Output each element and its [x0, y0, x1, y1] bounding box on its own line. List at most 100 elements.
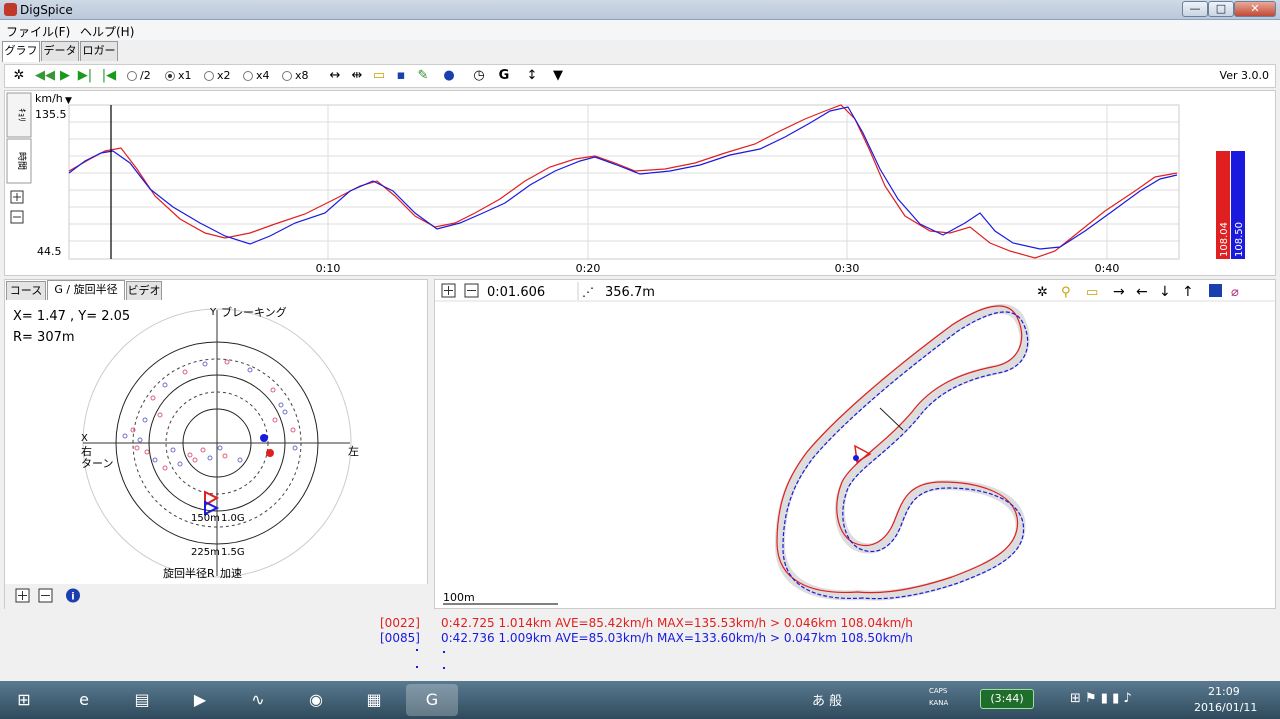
map-distance-readout: 356.7m [605, 285, 655, 300]
ring-1-5g-label: 1.5G [221, 547, 245, 558]
search-icon[interactable]: ⚲ [1061, 285, 1071, 300]
chrome-icon[interactable]: ◉ [290, 684, 342, 716]
side-tab-distance-label: ｷｮﾘ [16, 108, 26, 122]
blue-car-marker [853, 455, 859, 461]
tray-icons[interactable]: ⊞ ⚑ ▮ ▮ ♪ [1070, 691, 1132, 706]
media-player-icon[interactable]: ▶ [174, 684, 226, 716]
dot-marker [443, 667, 445, 669]
close-button[interactable]: ✕ [1234, 1, 1276, 17]
time-tick-40: 0:40 [1095, 262, 1120, 275]
tab-data[interactable]: データ [41, 41, 79, 61]
stopwatch-icon[interactable]: ◷ [471, 68, 487, 84]
refresh-icon[interactable]: ✲ [11, 68, 27, 84]
lap-id-red: [0022] [380, 616, 420, 630]
start-button[interactable]: ⊞ [0, 684, 48, 716]
tab-logger[interactable]: ロガー [80, 41, 118, 61]
explorer-icon[interactable]: ▤ [116, 684, 168, 716]
course-map[interactable]: 0:01.606 ⋰ 356.7m ✲ ⚲ ▭ → ← ↓ ↑ ⌀ 100m [435, 280, 1277, 610]
speed-x2-radio[interactable] [204, 71, 214, 81]
speed-half-radio[interactable] [127, 71, 137, 81]
start-finish-line [879, 407, 904, 431]
expand-icon[interactable]: ↔ [327, 68, 343, 84]
menu-help[interactable]: ヘルプ(H) [80, 23, 134, 40]
kana-indicator: KANA [929, 699, 949, 707]
clock-date[interactable]: 2016/01/11 [1194, 701, 1257, 714]
title-bar: DigSpice — □ ✕ [0, 0, 1280, 20]
lap-info-panel: [0022] 0:42.725 1.014km AVE=85.42km/h MA… [4, 611, 1276, 681]
menu-file[interactable]: ファイル(F) [6, 23, 70, 40]
window-title: DigSpice [20, 3, 73, 17]
braking-label: ブレーキング [221, 305, 287, 319]
apps-icon[interactable]: ▦ [348, 684, 400, 716]
pan-left-icon[interactable]: ← [1136, 284, 1148, 300]
radius-readout: R= 307m [13, 330, 75, 345]
map-refresh-icon[interactable]: ✲ [1037, 285, 1048, 300]
speed-x8-radio[interactable] [282, 71, 292, 81]
pan-up-icon[interactable]: ↑ [1182, 284, 1194, 300]
minimize-button[interactable]: — [1182, 1, 1208, 17]
time-tick-30: 0:30 [835, 262, 860, 275]
digspice-task-icon[interactable]: G [406, 684, 458, 716]
g-circle-plot[interactable]: X= 1.47 , Y= 2.05 R= 307m Y ブレーキング X 右 タ… [5, 280, 429, 610]
left-label: 左 [348, 445, 359, 458]
turn-label: ターン [81, 457, 113, 470]
ime-indicator[interactable]: あ 般 [812, 690, 842, 709]
save-icon[interactable]: ▪ [393, 68, 409, 84]
open-folder-icon[interactable]: ▭ [371, 68, 387, 84]
track-outline [774, 304, 1030, 601]
time-tick-20: 0:20 [576, 262, 601, 275]
step-back-icon[interactable]: |◀ [101, 68, 117, 84]
pan-down-icon[interactable]: ↓ [1159, 284, 1171, 300]
speed-x4-label: x4 [256, 69, 270, 82]
map-time-readout: 0:01.606 [487, 285, 545, 300]
red-g-marker [266, 449, 274, 457]
maximize-button[interactable]: □ [1208, 1, 1234, 17]
blue-level-value: 108.50 [1234, 222, 1245, 257]
map-save-icon[interactable] [1209, 284, 1222, 297]
step-forward-icon[interactable]: ▶| [77, 68, 93, 84]
blue-g-marker [260, 434, 268, 442]
ring-150m-label: 150m [191, 513, 220, 524]
speed-x1-radio[interactable] [165, 71, 175, 81]
vertical-range-icon[interactable]: ↕ [524, 68, 540, 84]
clock-time[interactable]: 21:09 [1208, 685, 1240, 698]
acceleration-label: 加速 [220, 567, 242, 580]
y-axis-label: Y [209, 307, 217, 318]
pulse-app-icon[interactable]: ∿ [232, 684, 284, 716]
speed-x4-radio[interactable] [243, 71, 253, 81]
ring-1g-label: 1.0G [221, 513, 245, 524]
dropdown-icon[interactable]: ▼ [550, 68, 566, 84]
distance-icon: ⋰ [582, 285, 594, 299]
shrink-icon[interactable]: ⇹ [349, 68, 365, 84]
tab-graph[interactable]: グラフ [2, 41, 40, 62]
red-level-value: 108.04 [1219, 222, 1230, 257]
xy-readout: X= 1.47 , Y= 2.05 [13, 309, 130, 324]
tools-icon[interactable]: ✎ [415, 68, 431, 84]
taskbar: ⊞ e ▤ ▶ ∿ ◉ ▦ G あ 般 CAPS KANA (3:44) ⊞ ⚑… [0, 681, 1280, 719]
time-tick-10: 0:10 [316, 262, 341, 275]
g-panel: コース G / 旋回半径 ビデオ X= 1.47 , Y= 2.05 R= 30… [4, 279, 429, 610]
speed-half-label: /2 [140, 69, 151, 82]
dot-marker [416, 649, 418, 651]
toolbar: ✲ ◀◀ ▶ ▶| |◀ /2 x1 x2 x4 x8 ↔ ⇹ ▭ ▪ ✎ ● … [4, 64, 1276, 88]
pan-right-icon[interactable]: → [1113, 284, 1125, 300]
rewind-icon[interactable]: ◀◀ [35, 68, 55, 84]
globe-icon[interactable]: ● [441, 68, 457, 84]
ie-icon[interactable]: e [58, 684, 110, 716]
speed-x8-label: x8 [295, 69, 309, 82]
blue-racing-line [782, 311, 1029, 600]
side-tab-time-label: 時間 [16, 152, 27, 170]
play-icon[interactable]: ▶ [57, 68, 73, 84]
ymax-label: 135.5 [35, 108, 67, 121]
battery-indicator[interactable]: (3:44) [980, 689, 1034, 709]
ymin-label: 44.5 [37, 245, 62, 258]
clip-icon[interactable]: ⌀ [1231, 285, 1239, 300]
turn-radius-label: 旋回半径R [163, 566, 215, 580]
ring-225m-label: 225m [191, 547, 220, 558]
speed-x2-label: x2 [217, 69, 231, 82]
version-label: Ver 3.0.0 [1219, 69, 1269, 82]
map-open-icon[interactable]: ▭ [1086, 285, 1098, 300]
course-map-panel: 0:01.606 ⋰ 356.7m ✲ ⚲ ▭ → ← ↓ ↑ ⌀ 100m [434, 279, 1277, 610]
speed-graph[interactable]: ｷｮﾘ 時間 km/h ▼ 135.5 44.5 0:10 0:20 0:30 … [5, 91, 1277, 277]
g-force-icon[interactable]: G [496, 68, 512, 84]
